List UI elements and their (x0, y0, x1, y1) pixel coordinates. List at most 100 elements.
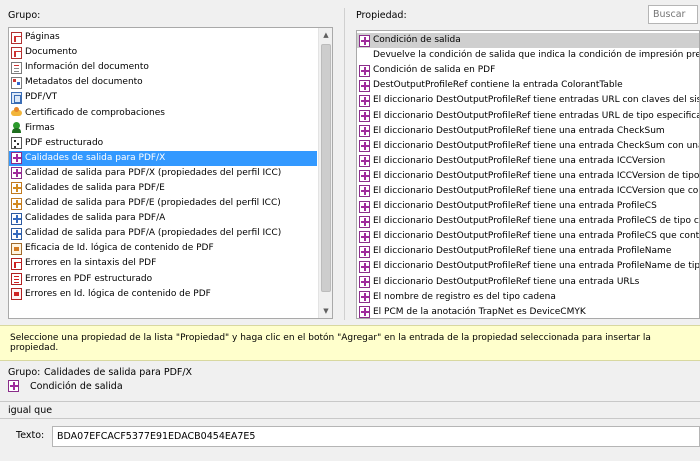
property-item-label: El diccionario DestOutputProfileRef tien… (373, 95, 699, 106)
group-item[interactable]: Información del documento (9, 60, 317, 75)
structure-error-icon (11, 273, 22, 286)
group-list[interactable]: Páginas Documento Información del document… (8, 27, 333, 319)
logic-error-icon (11, 288, 22, 301)
group-item[interactable]: Páginas (9, 30, 317, 45)
output-intent-pdfa-icon (11, 212, 22, 225)
selected-property: Condición de salida (8, 380, 123, 392)
group-item[interactable]: Calidades de salida para PDF/A (9, 211, 317, 226)
group-item-label: Metadatos del documento (25, 77, 143, 88)
property-item[interactable]: El diccionario DestOutputProfileRef tien… (357, 139, 699, 154)
output-intent-pdfx-icon (359, 170, 370, 183)
group-item[interactable]: Eficacia de Id. lógica de contenido de P… (9, 241, 317, 256)
output-intent-pdfa-icon (11, 227, 22, 240)
property-item-label: El diccionario DestOutputProfileRef tien… (373, 155, 666, 166)
property-item-label: El diccionario DestOutputProfileRef tien… (373, 246, 672, 257)
group-item[interactable]: Calidades de salida para PDF/E (9, 181, 317, 196)
separator-top (0, 401, 700, 402)
property-item-label: El diccionario DestOutputProfileRef tien… (373, 216, 700, 227)
panel-divider[interactable] (344, 8, 345, 320)
output-intent-pdfe-icon (11, 182, 22, 195)
property-item-label: El diccionario DestOutputProfileRef tien… (373, 140, 699, 151)
output-intent-pdfx-icon (359, 215, 370, 228)
property-item[interactable]: El diccionario DestOutputProfileRef tien… (357, 214, 700, 229)
structure-icon (11, 137, 22, 150)
group-item[interactable]: Errores en PDF estructurado (9, 272, 317, 287)
group-item-label: Certificado de comprobaciones (25, 107, 165, 118)
property-item[interactable]: El diccionario DestOutputProfileRef tien… (357, 169, 699, 184)
group-item[interactable]: PDF/VT (9, 90, 317, 105)
group-item[interactable]: Firmas (9, 121, 317, 136)
hint-bar: Seleccione una propiedad de la lista "Pr… (0, 325, 700, 361)
property-item[interactable]: El diccionario DestOutputProfileRef tien… (357, 154, 699, 169)
group-item[interactable]: PDF estructurado (9, 136, 317, 151)
group-item-label: Calidad de salida para PDF/X (propiedade… (25, 167, 282, 178)
group-panel-label: Grupo: (8, 10, 41, 21)
output-intent-pdfx-icon (359, 79, 370, 92)
group-item[interactable]: Calidad de salida para PDF/X (propiedade… (9, 166, 317, 181)
property-item[interactable]: El diccionario DestOutputProfileRef tien… (357, 259, 700, 274)
property-list[interactable]: Condición de salida Devuelve la condición… (356, 30, 700, 319)
group-item-label: Errores en la sintaxis del PDF (25, 258, 157, 269)
output-intent-pdfx-icon (359, 185, 370, 198)
property-item[interactable]: El diccionario DestOutputProfileRef tien… (357, 124, 699, 139)
separator-bottom (0, 418, 700, 419)
output-intent-pdfx-icon (11, 167, 22, 180)
property-item[interactable]: El diccionario DestOutputProfileRef tien… (357, 108, 699, 123)
scroll-down-arrow-icon[interactable]: ▼ (319, 304, 332, 318)
output-intent-pdfx-icon (359, 94, 370, 107)
output-intent-pdfx-icon (359, 200, 370, 213)
property-item[interactable]: El diccionario DestOutputProfileRef tien… (357, 244, 699, 259)
pdfvt-icon (11, 91, 22, 104)
output-intent-pdfx-icon (359, 155, 370, 168)
property-item[interactable]: El diccionario DestOutputProfileRef tien… (357, 275, 699, 290)
property-panel-label: Propiedad: (356, 10, 407, 21)
property-item-label: El diccionario DestOutputProfileRef tien… (373, 185, 700, 196)
group-item-label: Calidades de salida para PDF/E (25, 182, 165, 193)
signature-icon (11, 122, 22, 134)
syntax-error-icon (11, 257, 22, 270)
group-item[interactable]: Calidades de salida para PDF/X (9, 150, 317, 166)
property-item[interactable]: Condición de salida en PDF (357, 63, 699, 78)
scroll-thumb[interactable] (321, 44, 331, 292)
property-item-label: El diccionario DestOutputProfileRef tien… (373, 261, 700, 272)
property-item[interactable]: El nombre de registro es del tipo cadena (357, 290, 699, 305)
property-item-label: Condición de salida en PDF (373, 65, 496, 76)
group-item[interactable]: Documento (9, 45, 317, 60)
output-intent-pdfx-icon (359, 276, 370, 289)
group-item[interactable]: Calidad de salida para PDF/A (propiedade… (9, 226, 317, 241)
scroll-up-arrow-icon[interactable]: ▲ (319, 28, 332, 42)
hint-text: Seleccione una propiedad de la lista "Pr… (10, 333, 651, 353)
group-item-label: Calidad de salida para PDF/E (propiedade… (25, 198, 281, 209)
group-item[interactable]: Errores en Id. lógica de contenido de PD… (9, 287, 317, 302)
group-item[interactable]: Errores en la sintaxis del PDF (9, 256, 317, 271)
output-intent-pdfx-icon (359, 34, 370, 47)
group-item-label: Información del documento (25, 62, 149, 73)
output-intent-pdfx-icon (359, 245, 370, 258)
group-item[interactable]: Calidad de salida para PDF/E (propiedade… (9, 196, 317, 211)
group-item[interactable]: Metadatos del documento (9, 75, 317, 90)
property-item[interactable]: El PCM de la anotación TrapNet es Device… (357, 305, 699, 318)
text-field-input[interactable] (52, 426, 700, 447)
property-item[interactable]: Condición de salida (357, 33, 699, 49)
group-item-label: Calidad de salida para PDF/A (propiedade… (25, 228, 282, 239)
document-info-icon (11, 61, 22, 74)
property-item-label: Condición de salida (373, 35, 461, 46)
property-item-label: El nombre de registro es del tipo cadena (373, 291, 556, 302)
operator-value[interactable]: igual que (8, 405, 52, 416)
property-item[interactable]: El diccionario DestOutputProfileRef tien… (357, 93, 699, 108)
group-item-label: Errores en Id. lógica de contenido de PD… (25, 288, 211, 299)
logic-id-icon (11, 242, 22, 255)
group-item[interactable]: Certificado de comprobaciones (9, 105, 317, 120)
property-item[interactable]: DestOutputProfileRef contiene la entrada… (357, 78, 699, 93)
property-item-label: El diccionario DestOutputProfileRef tien… (373, 231, 700, 242)
selected-group-label: Grupo: (8, 367, 41, 378)
certificate-icon (11, 107, 22, 119)
property-item[interactable]: El diccionario DestOutputProfileRef tien… (357, 184, 700, 199)
output-intent-pdfe-icon (11, 197, 22, 210)
group-item-label: PDF/VT (25, 92, 58, 103)
property-item-label: El diccionario DestOutputProfileRef tien… (373, 201, 657, 212)
group-list-scrollbar[interactable]: ▲ ▼ (318, 28, 332, 318)
property-search-input[interactable] (648, 5, 698, 24)
property-item[interactable]: El diccionario DestOutputProfileRef tien… (357, 199, 699, 214)
property-item[interactable]: El diccionario DestOutputProfileRef tien… (357, 229, 700, 244)
